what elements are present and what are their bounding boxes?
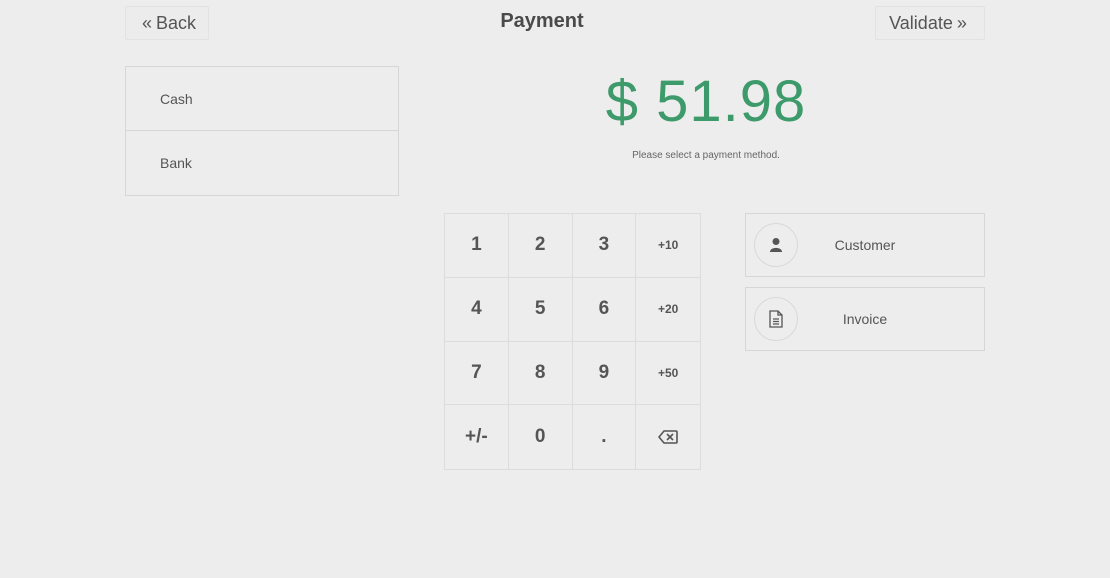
numpad-key-8[interactable]: 8 bbox=[508, 341, 573, 406]
numpad-key-decimal[interactable]: . bbox=[572, 405, 637, 469]
user-icon bbox=[754, 223, 798, 267]
amount-due: $ 51.98 bbox=[605, 69, 807, 134]
numpad-key-plus10[interactable]: +10 bbox=[636, 214, 700, 278]
numpad-key-1[interactable]: 1 bbox=[445, 214, 509, 278]
numpad: 1 2 3 +10 4 5 6 +20 7 8 9 +50 +/- 0 . bbox=[444, 213, 701, 470]
numpad-key-4[interactable]: 4 bbox=[445, 277, 509, 342]
payment-method-bank[interactable]: Bank bbox=[126, 131, 398, 195]
validate-button[interactable]: Validate » bbox=[875, 6, 985, 40]
double-chevron-left-icon: « bbox=[141, 12, 152, 33]
numpad-key-plus50[interactable]: +50 bbox=[636, 341, 700, 406]
invoice-label: Invoice bbox=[842, 311, 888, 327]
numpad-key-backspace[interactable] bbox=[636, 405, 700, 469]
numpad-key-3[interactable]: 3 bbox=[572, 214, 637, 278]
numpad-key-7[interactable]: 7 bbox=[445, 341, 509, 406]
double-chevron-right-icon: » bbox=[956, 12, 967, 33]
invoice-button[interactable]: Invoice bbox=[745, 287, 985, 351]
numpad-key-sign[interactable]: +/- bbox=[445, 405, 509, 469]
page-title: Payment bbox=[500, 10, 584, 32]
customer-button[interactable]: Customer bbox=[745, 213, 985, 277]
back-label: Back bbox=[155, 12, 197, 33]
customer-label: Customer bbox=[834, 237, 896, 253]
payment-method-label: Cash bbox=[160, 90, 193, 107]
numpad-key-plus20[interactable]: +20 bbox=[636, 277, 700, 342]
payment-hint: Please select a payment method. bbox=[632, 150, 780, 161]
backspace-icon bbox=[658, 430, 678, 444]
back-button[interactable]: « Back bbox=[125, 6, 209, 40]
document-icon bbox=[754, 297, 798, 341]
numpad-key-0[interactable]: 0 bbox=[508, 405, 573, 469]
numpad-key-9[interactable]: 9 bbox=[572, 341, 637, 406]
numpad-key-6[interactable]: 6 bbox=[572, 277, 637, 342]
numpad-key-5[interactable]: 5 bbox=[508, 277, 573, 342]
payment-method-list: Cash Bank bbox=[125, 66, 399, 196]
validate-label: Validate bbox=[889, 12, 953, 33]
payment-method-label: Bank bbox=[160, 155, 192, 171]
payment-method-cash[interactable]: Cash bbox=[126, 67, 398, 131]
numpad-key-2[interactable]: 2 bbox=[508, 214, 573, 278]
